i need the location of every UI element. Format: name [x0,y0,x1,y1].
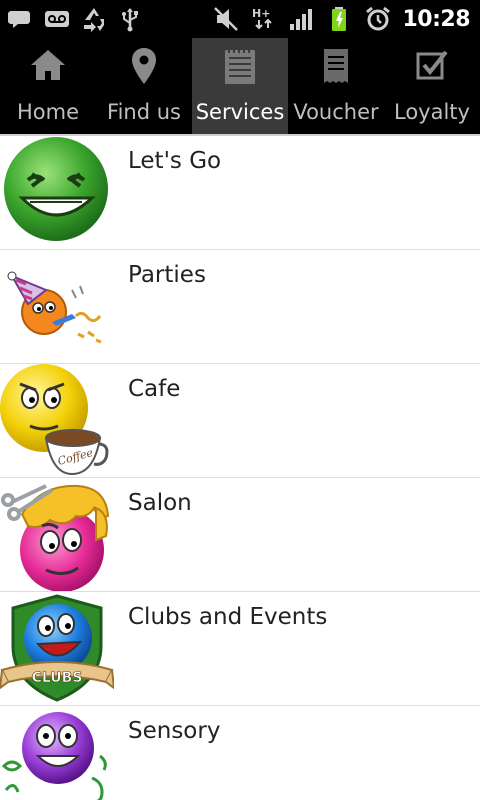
tab-home[interactable]: Home [0,38,96,134]
status-bar: H+ 10:28 [0,0,480,38]
receipt-icon [324,49,348,83]
list-item-salon[interactable]: Salon [0,478,480,592]
clubs-smiley-icon: CLUBS [0,594,114,702]
tab-voucher-label: Voucher [293,100,379,124]
tab-services-label: Services [195,100,285,124]
hplus-data-icon: H+ [252,7,273,30]
tab-find-us-label: Find us [107,100,181,124]
tab-bar: Home Find us Services Voucher Loyalty [0,38,480,134]
party-smiley-icon [7,271,102,344]
list-item-clubs-and-events[interactable]: CLUBS Clubs and Events [0,592,480,706]
list-item-label: Let's Go [128,148,222,174]
list-item-sensory[interactable]: Sensory [0,706,480,800]
list-item-cafe[interactable]: Coffee Cafe [0,364,480,478]
tab-services[interactable]: Services [192,38,288,134]
battery-charging-icon [332,7,347,31]
tab-find-us[interactable]: Find us [96,38,192,134]
coffee-smiley-icon: Coffee [0,364,109,476]
list-item-label: Salon [128,490,192,516]
tab-loyalty-label: Loyalty [394,100,470,124]
services-list: Let's Go Parties Coffee Cafe Salon CLUBS… [0,136,480,800]
clock-time: 10:28 [402,6,470,32]
list-item-label: Sensory [128,718,221,744]
list-item-parties[interactable]: Parties [0,250,480,364]
list-item-lets-go[interactable]: Let's Go [0,136,480,250]
svg-text:H+: H+ [252,7,270,20]
sensory-smiley-icon [1,712,107,800]
tab-voucher[interactable]: Voucher [288,38,384,134]
voicemail-icon [45,11,69,27]
tab-home-label: Home [16,100,79,124]
alarm-icon [366,6,391,31]
list-item-label: Parties [128,262,206,288]
chat-icon [8,11,30,28]
notepad-icon [225,48,255,84]
usb-icon [122,8,138,32]
signal-icon [290,9,313,30]
list-item-label: Clubs and Events [128,604,328,630]
svg-text:CLUBS: CLUBS [32,670,83,686]
green-smiley-icon [4,137,108,241]
salon-smiley-icon [1,484,110,591]
recycle-icon [84,8,104,32]
mute-icon [214,7,239,31]
home-icon [31,50,65,80]
tab-loyalty[interactable]: Loyalty [384,38,480,134]
map-pin-icon [132,48,156,84]
checkbox-icon [416,50,448,80]
list-item-label: Cafe [128,376,181,402]
